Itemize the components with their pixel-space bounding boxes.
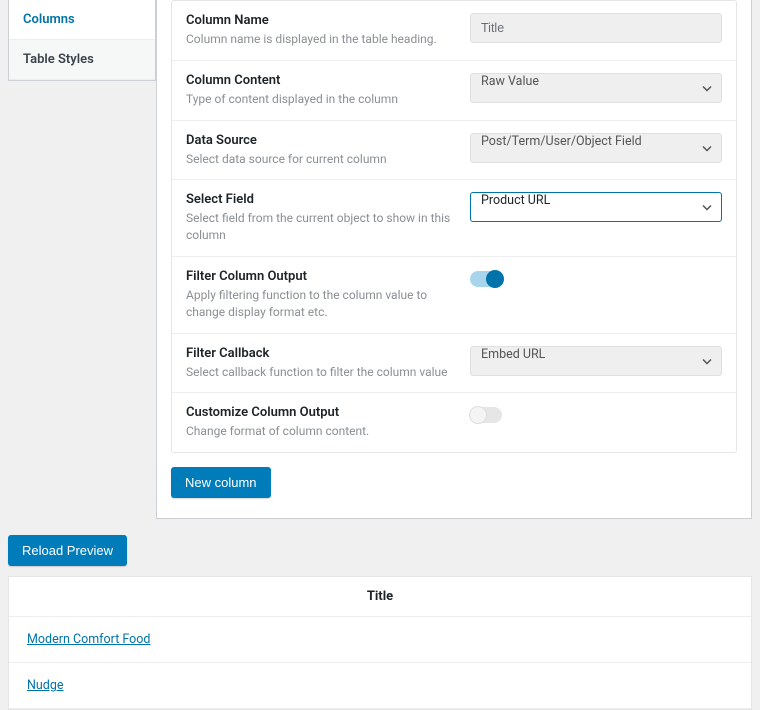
desc-filter-callback: Select callback function to filter the c… (186, 364, 458, 381)
desc-data-source: Select data source for current column (186, 151, 458, 168)
label-filter-output: Filter Column Output (186, 269, 458, 284)
desc-customize-output: Change format of column content. (186, 423, 458, 440)
toggle-knob (469, 406, 487, 424)
label-data-source: Data Source (186, 133, 458, 148)
row-customize-output: Customize Column Output Change format of… (172, 393, 736, 452)
desc-column-content: Type of content displayed in the column (186, 91, 458, 108)
preview-table: Title Modern Comfort Food Nudge (8, 576, 752, 710)
desc-filter-output: Apply filtering function to the column v… (186, 287, 458, 321)
column-settings-panel: Column Name Column name is displayed in … (156, 0, 752, 519)
desc-column-name: Column name is displayed in the table he… (186, 31, 458, 48)
new-column-button[interactable]: New column (171, 467, 271, 498)
toggle-knob (486, 270, 504, 288)
input-column-name[interactable] (470, 13, 722, 43)
row-data-source: Data Source Select data source for curre… (172, 121, 736, 181)
select-field[interactable]: Product URL (470, 192, 722, 222)
tab-columns[interactable]: Columns (9, 0, 155, 40)
label-select-field: Select Field (186, 192, 458, 207)
select-data-source[interactable]: Post/Term/User/Object Field (470, 133, 722, 163)
row-select-field: Select Field Select field from the curre… (172, 180, 736, 257)
table-row: Nudge (9, 663, 751, 709)
settings-sidebar: Columns Table Styles (8, 0, 156, 81)
row-column-name: Column Name Column name is displayed in … (172, 1, 736, 61)
label-filter-callback: Filter Callback (186, 346, 458, 361)
preview-link[interactable]: Nudge (27, 678, 64, 693)
column-form: Column Name Column name is displayed in … (171, 0, 737, 453)
tab-table-styles[interactable]: Table Styles (9, 40, 155, 80)
table-row: Modern Comfort Food (9, 617, 751, 663)
label-column-content: Column Content (186, 73, 458, 88)
preview-header-title: Title (9, 577, 751, 617)
desc-select-field: Select field from the current object to … (186, 210, 458, 244)
select-column-content[interactable]: Raw Value (470, 73, 722, 103)
toggle-customize-output[interactable] (470, 407, 502, 423)
row-filter-callback: Filter Callback Select callback function… (172, 334, 736, 394)
select-filter-callback[interactable]: Embed URL (470, 346, 722, 376)
toggle-filter-output[interactable] (470, 271, 502, 287)
label-customize-output: Customize Column Output (186, 405, 458, 420)
row-filter-output: Filter Column Output Apply filtering fun… (172, 257, 736, 334)
row-column-content: Column Content Type of content displayed… (172, 61, 736, 121)
reload-preview-button[interactable]: Reload Preview (8, 535, 127, 566)
preview-link[interactable]: Modern Comfort Food (27, 632, 150, 647)
label-column-name: Column Name (186, 13, 458, 28)
